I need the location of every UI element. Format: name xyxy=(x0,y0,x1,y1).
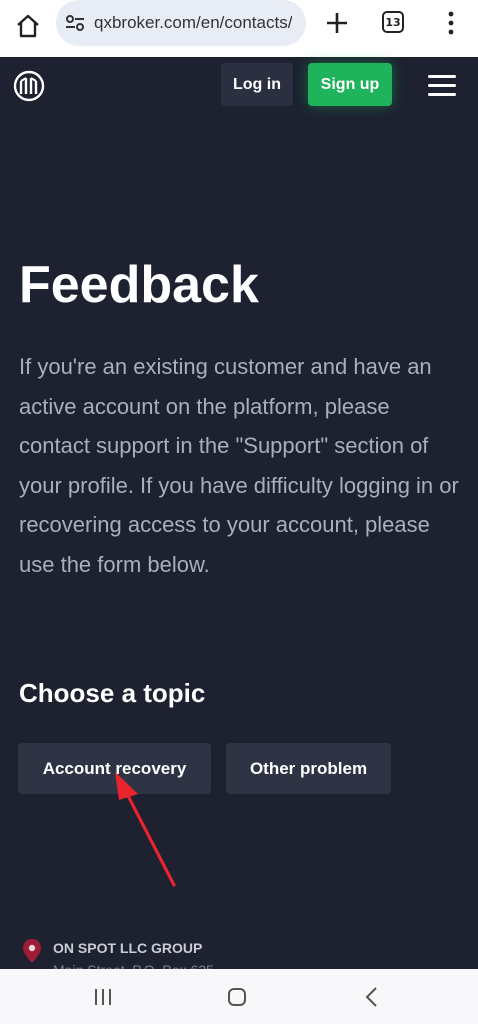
page-title: Feedback xyxy=(19,256,259,314)
system-nav-bar xyxy=(0,969,478,1024)
site-settings-icon[interactable] xyxy=(64,12,86,34)
back-icon[interactable] xyxy=(364,986,378,1008)
home-icon[interactable] xyxy=(14,12,42,40)
company-name: ON SPOT LLC GROUP xyxy=(53,940,203,956)
new-tab-icon[interactable] xyxy=(322,8,352,38)
topic-heading: Choose a topic xyxy=(19,678,206,708)
site-header: Log in Sign up xyxy=(0,57,478,117)
signup-button[interactable]: Sign up xyxy=(308,63,392,106)
url-text[interactable]: qxbroker.com/en/contacts/ xyxy=(94,13,292,33)
annotation-arrow-icon xyxy=(115,772,176,887)
other-problem-button[interactable]: Other problem xyxy=(226,743,391,794)
hamburger-menu-icon[interactable] xyxy=(428,75,456,97)
intro-text: If you're an existing customer and have … xyxy=(19,354,459,577)
location-pin-icon xyxy=(23,939,41,963)
quotex-logo-icon[interactable] xyxy=(12,69,46,103)
home-nav-icon[interactable] xyxy=(227,987,247,1007)
tab-switcher-button[interactable]: 13 xyxy=(382,11,404,33)
more-menu-icon[interactable] xyxy=(446,8,456,38)
login-button[interactable]: Log in xyxy=(221,63,293,106)
browser-toolbar: qxbroker.com/en/contacts/ 13 xyxy=(0,0,478,57)
recent-apps-icon[interactable] xyxy=(93,988,113,1006)
address-bar[interactable]: qxbroker.com/en/contacts/ xyxy=(56,0,306,46)
